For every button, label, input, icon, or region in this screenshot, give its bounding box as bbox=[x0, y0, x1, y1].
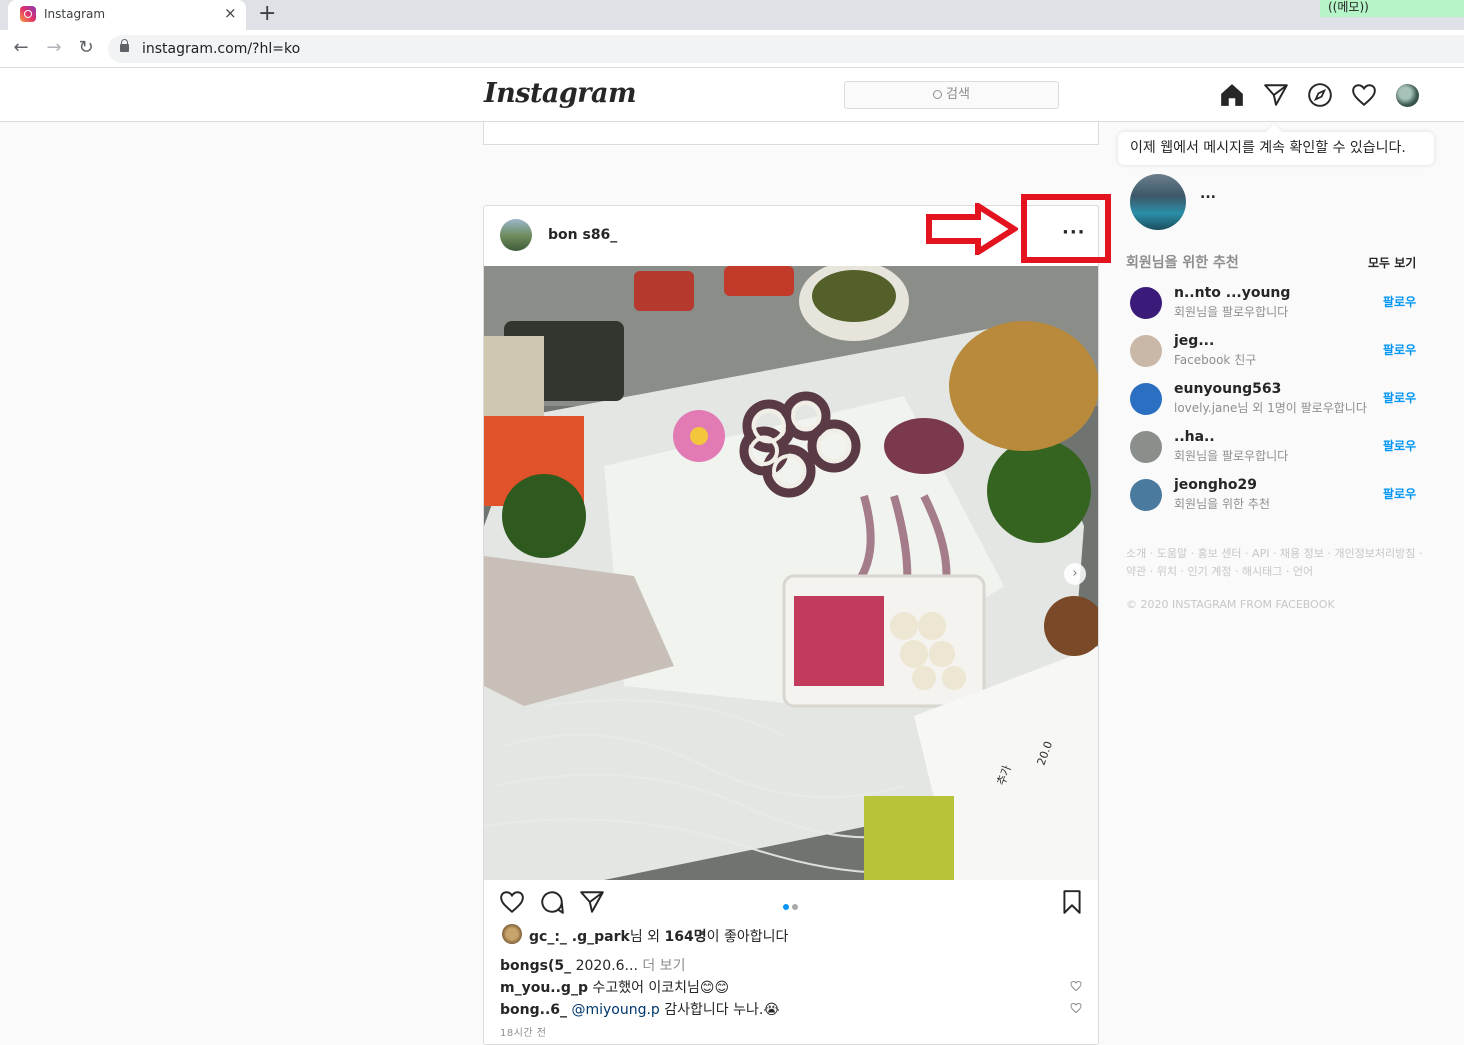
suggestion-item: eunyoung563 lovely.jane님 외 1명이 팔로우합니다 팔로… bbox=[1126, 379, 1426, 419]
likes-text-2: 이 좋아합니다 bbox=[706, 929, 789, 945]
comment-text: 수고했어 이코치님😊😊 bbox=[587, 980, 730, 996]
follow-button[interactable]: 팔로우 bbox=[1383, 293, 1416, 310]
like-heart-icon[interactable] bbox=[499, 889, 525, 915]
search-icon bbox=[933, 90, 943, 99]
footer-links[interactable]: 소개 · 도움말 · 홍보 센터 · API · 채용 정보 · 개인정보처리방… bbox=[1126, 545, 1426, 581]
instagram-header: Instagram 검색 bbox=[0, 68, 1464, 122]
follow-button[interactable]: 팔로우 bbox=[1383, 389, 1416, 406]
comment-item: m_you..g_p 수고했어 이코치님😊😊 bbox=[500, 977, 729, 997]
activity-heart-icon[interactable] bbox=[1351, 82, 1377, 108]
my-username[interactable]: ... bbox=[1200, 186, 1216, 202]
post-photo[interactable]: 추가 20.0 › bbox=[484, 266, 1098, 880]
back-button[interactable]: ← bbox=[9, 37, 33, 58]
caption-more-link[interactable]: 더 보기 bbox=[638, 958, 685, 974]
carousel-dot bbox=[792, 904, 798, 910]
suggestion-reason: lovely.jane님 외 1명이 팔로우합니다 bbox=[1174, 401, 1367, 415]
follow-button[interactable]: 팔로우 bbox=[1383, 437, 1416, 454]
suggestion-item: ..ha.. 회원님을 팔로우합니다 팔로우 bbox=[1126, 427, 1426, 467]
comment-username[interactable]: bong..6_ bbox=[500, 1002, 567, 1018]
carousel-indicator bbox=[783, 895, 801, 914]
suggestion-avatar[interactable] bbox=[1130, 431, 1162, 463]
post-timestamp[interactable]: 18시간 전 bbox=[500, 1024, 547, 1039]
suggestion-item: jeongho29 회원님을 위한 추천 팔로우 bbox=[1126, 475, 1426, 515]
reload-button[interactable]: ↻ bbox=[74, 37, 98, 58]
lock-icon bbox=[120, 39, 129, 52]
suggestions-title: 회원님을 위한 추천 bbox=[1126, 255, 1239, 271]
url-text: instagram.com/?hl=ko bbox=[142, 41, 301, 57]
address-bar[interactable]: instagram.com/?hl=ko bbox=[108, 35, 1464, 63]
food-photo-image: 추가 20.0 bbox=[484, 266, 1098, 880]
share-icon[interactable] bbox=[579, 889, 605, 915]
likes-text-1: 님 외 bbox=[629, 929, 665, 945]
instagram-logo[interactable]: Instagram bbox=[484, 78, 637, 109]
suggestion-reason: 회원님을 팔로우합니다 bbox=[1174, 449, 1289, 463]
comment-username[interactable]: m_you..g_p bbox=[500, 980, 588, 996]
browser-tab-strip: Instagram × + ((메모)) bbox=[0, 0, 1464, 30]
direct-message-icon[interactable] bbox=[1263, 82, 1289, 108]
search-placeholder: 검색 bbox=[946, 87, 970, 102]
comment-like-icon[interactable] bbox=[1070, 1002, 1082, 1014]
suggestion-item: jeg... Facebook 친구 팔로우 bbox=[1126, 331, 1426, 371]
post-caption: bongs(5_ 2020.6... 더 보기 bbox=[500, 955, 685, 975]
follow-button[interactable]: 팔로우 bbox=[1383, 485, 1416, 502]
feed-post: bon s86_ ··· 추가 20.0 › gc_:_ .g_park님 외 … bbox=[483, 205, 1099, 1045]
carousel-dot-active bbox=[783, 904, 789, 910]
save-bookmark-icon[interactable] bbox=[1059, 889, 1085, 915]
comment-like-icon[interactable] bbox=[1070, 980, 1082, 992]
suggestion-avatar[interactable] bbox=[1130, 335, 1162, 367]
profile-avatar[interactable] bbox=[1396, 84, 1419, 107]
see-all-link[interactable]: 모두 보기 bbox=[1368, 254, 1416, 271]
suggestion-avatar[interactable] bbox=[1130, 479, 1162, 511]
suggestion-username[interactable]: jeg... bbox=[1174, 333, 1214, 349]
likes-count[interactable]: 164명 bbox=[665, 929, 707, 945]
search-input[interactable]: 검색 bbox=[844, 81, 1059, 109]
home-icon[interactable] bbox=[1219, 82, 1245, 108]
comment-item: bong..6_ @miyoung.p 감사합니다 누나.😭 bbox=[500, 999, 780, 1019]
suggestion-reason: 회원님을 팔로우합니다 bbox=[1174, 305, 1289, 319]
my-profile-avatar[interactable] bbox=[1130, 174, 1186, 230]
annotation-highlight-box bbox=[1021, 194, 1111, 263]
likes-summary: gc_:_ .g_park님 외 164명이 좋아합니다 bbox=[529, 926, 788, 946]
next-photo-button[interactable]: › bbox=[1064, 563, 1086, 585]
instagram-favicon-icon bbox=[20, 6, 36, 22]
previous-post-card bbox=[483, 122, 1099, 145]
close-tab-icon[interactable]: × bbox=[224, 4, 237, 22]
comment-text: 감사합니다 누나.😭 bbox=[659, 1002, 780, 1018]
caption-username[interactable]: bongs(5_ bbox=[500, 958, 571, 974]
suggestion-username[interactable]: n..nto ...young bbox=[1174, 285, 1290, 301]
suggestion-username[interactable]: ..ha.. bbox=[1174, 429, 1215, 445]
explore-icon[interactable] bbox=[1307, 82, 1333, 108]
caption-text: 2020.6... bbox=[575, 958, 638, 974]
comment-icon[interactable] bbox=[539, 889, 565, 915]
follow-button[interactable]: 팔로우 bbox=[1383, 341, 1416, 358]
browser-toolbar: ← → ↻ instagram.com/?hl=ko bbox=[0, 30, 1464, 68]
liker-username[interactable]: gc_:_ .g_park bbox=[529, 929, 630, 945]
suggestion-avatar[interactable] bbox=[1130, 287, 1162, 319]
post-author-avatar[interactable] bbox=[500, 219, 532, 251]
messages-tooltip: 이제 웹에서 메시지를 계속 확인할 수 있습니다. bbox=[1118, 132, 1434, 165]
browser-tab[interactable]: Instagram × bbox=[8, 0, 246, 30]
annotation-arrow-icon bbox=[926, 203, 1018, 255]
memo-label: ((메모)) bbox=[1320, 0, 1464, 17]
suggestion-avatar[interactable] bbox=[1130, 383, 1162, 415]
suggestion-item: n..nto ...young 회원님을 팔로우합니다 팔로우 bbox=[1126, 283, 1426, 323]
copyright-text: © 2020 INSTAGRAM FROM FACEBOOK bbox=[1126, 598, 1335, 611]
forward-button[interactable]: → bbox=[42, 37, 66, 58]
comment-mention[interactable]: @miyoung.p bbox=[571, 1002, 659, 1018]
liker-avatar[interactable] bbox=[502, 924, 522, 944]
suggestion-username[interactable]: jeongho29 bbox=[1174, 477, 1257, 493]
suggestion-username[interactable]: eunyoung563 bbox=[1174, 381, 1281, 397]
suggestion-reason: Facebook 친구 bbox=[1174, 353, 1257, 367]
new-tab-button[interactable]: + bbox=[258, 1, 276, 27]
tab-title: Instagram bbox=[44, 7, 106, 21]
post-author-username[interactable]: bon s86_ bbox=[548, 227, 617, 243]
suggestion-reason: 회원님을 위한 추천 bbox=[1174, 497, 1270, 511]
